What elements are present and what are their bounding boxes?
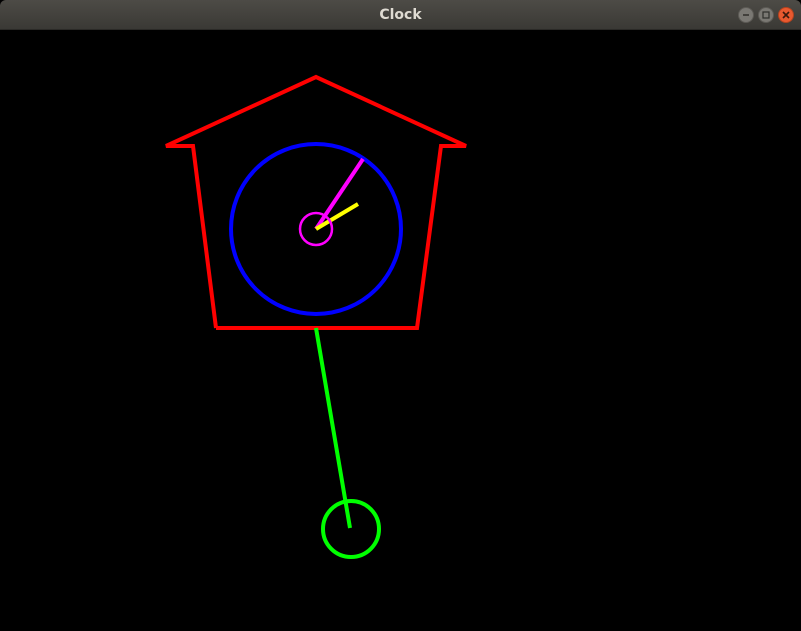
maximize-button[interactable] — [758, 7, 774, 23]
title-bar[interactable]: Clock — [0, 0, 801, 30]
maximize-icon — [762, 11, 770, 19]
pendulum-bob — [321, 499, 381, 559]
window-title: Clock — [379, 7, 422, 23]
cuckoo-clock-drawing — [165, 74, 467, 559]
pendulum-rod — [314, 327, 352, 529]
minimize-icon — [743, 14, 749, 16]
house-outline — [165, 74, 467, 330]
minimize-button[interactable] — [738, 7, 754, 23]
drawing-canvas — [0, 30, 801, 631]
minute-hand — [314, 157, 365, 231]
close-icon — [782, 11, 790, 19]
clock-window: Clock — [0, 0, 801, 631]
close-button[interactable] — [778, 7, 794, 23]
